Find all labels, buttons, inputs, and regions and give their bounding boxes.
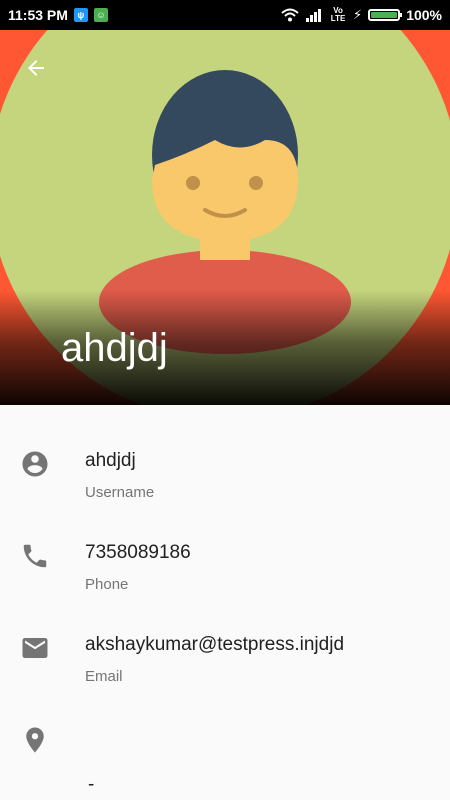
avatar-right-eye: [249, 176, 263, 190]
username-value: ahdjdj: [85, 450, 136, 471]
account-circle-icon: [22, 451, 48, 477]
charging-icon: ⚡: [353, 7, 363, 22]
phone-icon: [23, 544, 47, 568]
battery-icon: [368, 9, 403, 21]
arrow-back-icon: [28, 60, 44, 76]
phone-row: 7358089186 Phone: [0, 497, 450, 593]
location-row: [0, 681, 450, 773]
profile-name: ahdjdj: [61, 326, 168, 370]
wifi-icon: [281, 8, 299, 22]
phone-value: 7358089186: [85, 542, 191, 563]
email-icon: [22, 638, 48, 658]
signal-icon: [306, 9, 322, 22]
usb-icon: ψ: [73, 8, 88, 22]
avatar-left-eye: [186, 176, 200, 190]
address-value: -: [88, 774, 95, 795]
email-value: akshaykumar@testpress.injdjd: [85, 634, 345, 655]
status-time: 11:53 PM: [8, 7, 68, 23]
username-row: ahdjdj Username: [0, 405, 450, 501]
status-right: Vo LTE ⚡ 100%: [281, 7, 442, 23]
location-icon: [26, 727, 44, 753]
email-row: akshaykumar@testpress.injdjd Email: [0, 589, 450, 685]
android-icon: ☺: [93, 8, 108, 22]
profile-header: ahdjdj: [0, 30, 450, 405]
battery-level: [371, 12, 398, 18]
status-left: 11:53 PM ψ ☺: [8, 7, 108, 23]
back-button[interactable]: [16, 48, 56, 88]
volte-label: Vo LTE: [330, 6, 346, 23]
status-bar: 11:53 PM ψ ☺ Vo LTE ⚡ 100%: [0, 0, 450, 30]
battery-percent: 100%: [406, 7, 442, 23]
